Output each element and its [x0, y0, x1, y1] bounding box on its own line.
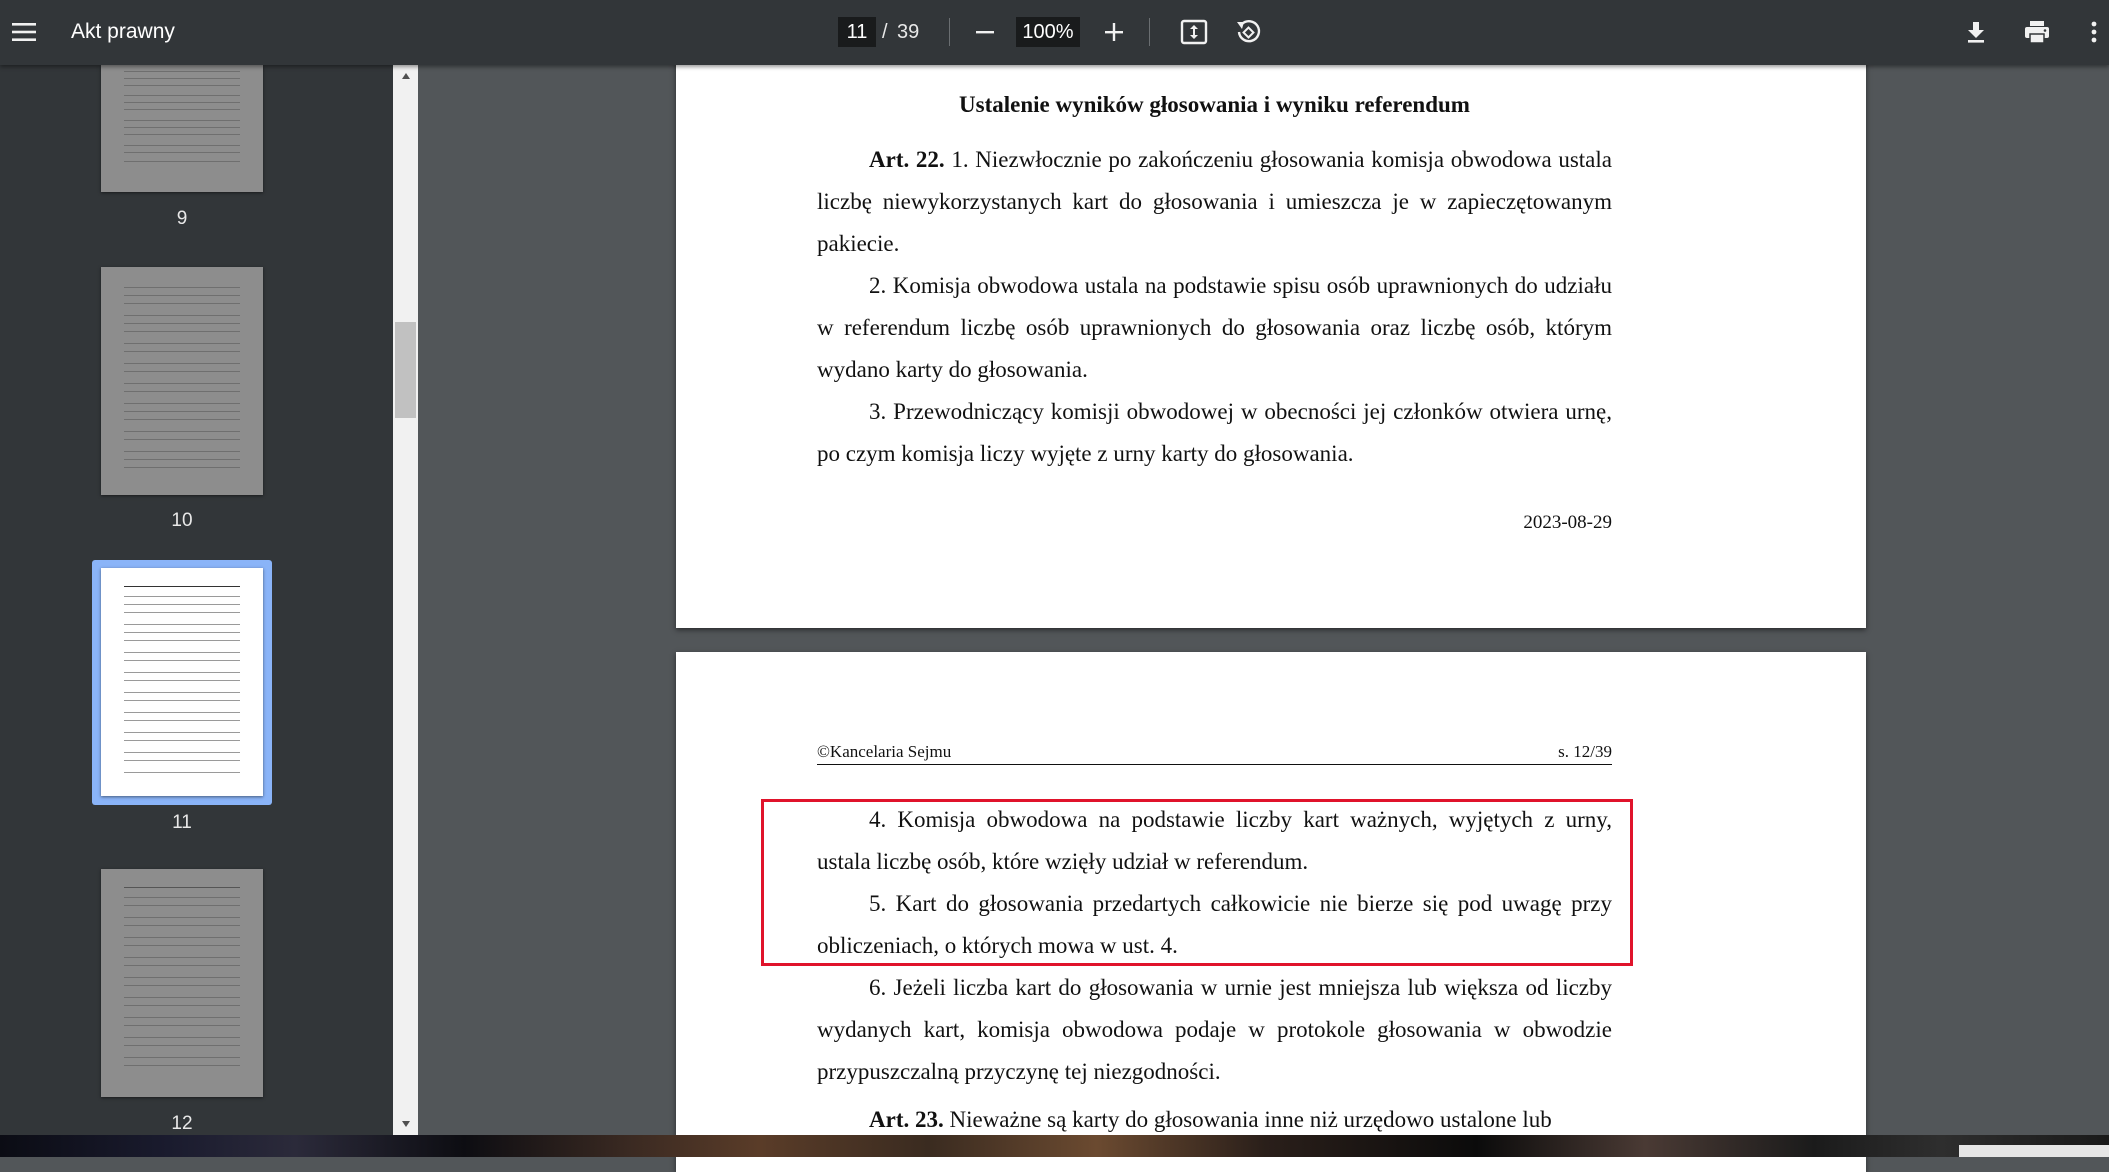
- paragraph-art-22-2: 2. Komisja obwodowa ustala na podstawie …: [817, 273, 1612, 382]
- paragraph-art-22-6: 6. Jeżeli liczba kart do głosowania w ur…: [817, 975, 1612, 1084]
- rotate-icon: [1237, 19, 1261, 43]
- print-button[interactable]: [2015, 12, 2059, 52]
- minus-icon: [976, 31, 994, 34]
- zoom-level-input[interactable]: [1016, 17, 1080, 47]
- publication-date: 2023-08-29: [1523, 512, 1612, 533]
- thumbnail-number: 11: [172, 812, 192, 833]
- scrollbar-thumb[interactable]: [395, 322, 416, 418]
- sidebar-scrollbar[interactable]: [393, 65, 418, 1135]
- scroll-up-arrow-icon[interactable]: [393, 65, 418, 87]
- fit-to-page-button[interactable]: [1174, 12, 1214, 52]
- menu-icon[interactable]: [4, 12, 44, 52]
- fit-page-icon: [1180, 19, 1208, 45]
- document-title: Akt prawny: [71, 20, 175, 43]
- highlight-box: [761, 799, 1633, 966]
- page-thumbnail-12[interactable]: [101, 869, 263, 1097]
- article-label: Art. 23.: [869, 1107, 944, 1132]
- page-header-number: s. 12/39: [1558, 742, 1612, 761]
- pdf-toolbar: Akt prawny / 39: [0, 0, 2109, 65]
- download-icon: [1968, 22, 1984, 43]
- header-rule: [817, 764, 1612, 765]
- tray-area: [1959, 1145, 2109, 1157]
- zoom-in-button[interactable]: [1094, 12, 1134, 52]
- more-vert-icon: [2091, 21, 2097, 43]
- toolbar-divider: [949, 18, 950, 46]
- pdf-page-11: Ustalenie wyników głosowania i wyniku re…: [676, 40, 1866, 628]
- thumbnail-number: 12: [171, 1113, 193, 1134]
- download-button[interactable]: [1956, 12, 1996, 52]
- page-thumbnail-9[interactable]: [101, 65, 263, 192]
- paragraph-art-22-3: 3. Przewodniczący komisji obwodowej w ob…: [817, 399, 1612, 466]
- rotate-button[interactable]: [1228, 12, 1268, 52]
- desktop-taskbar: [0, 1135, 2109, 1157]
- article-label: Art. 22.: [869, 147, 945, 172]
- more-options-button[interactable]: [2080, 12, 2108, 52]
- thumbnail-number: 9: [176, 208, 188, 229]
- page-thumbnail-10[interactable]: [101, 267, 263, 495]
- paragraph-art-22-1: Art. 22. 1. Niezwłocznie po zakończeniu …: [817, 139, 1612, 265]
- plus-icon: [1105, 23, 1123, 41]
- page-number-input[interactable]: [838, 17, 876, 47]
- total-pages: 39: [897, 21, 920, 43]
- thumbnail-number: 10: [171, 510, 193, 531]
- scroll-down-arrow-icon[interactable]: [393, 1113, 418, 1135]
- page-thumbnail-11[interactable]: [101, 568, 263, 796]
- thumbnail-sidebar: 9 10 11 12: [0, 65, 393, 1135]
- page-header-source: ©Kancelaria Sejmu: [817, 742, 952, 761]
- page-separator: /: [882, 21, 888, 43]
- zoom-out-button[interactable]: [965, 12, 1005, 52]
- toolbar-divider: [1149, 18, 1150, 46]
- print-icon: [2025, 21, 2049, 44]
- paragraph-text: Nieważne są karty do głosowania inne niż…: [943, 1107, 1552, 1132]
- section-heading: Ustalenie wyników głosowania i wyniku re…: [959, 92, 1470, 117]
